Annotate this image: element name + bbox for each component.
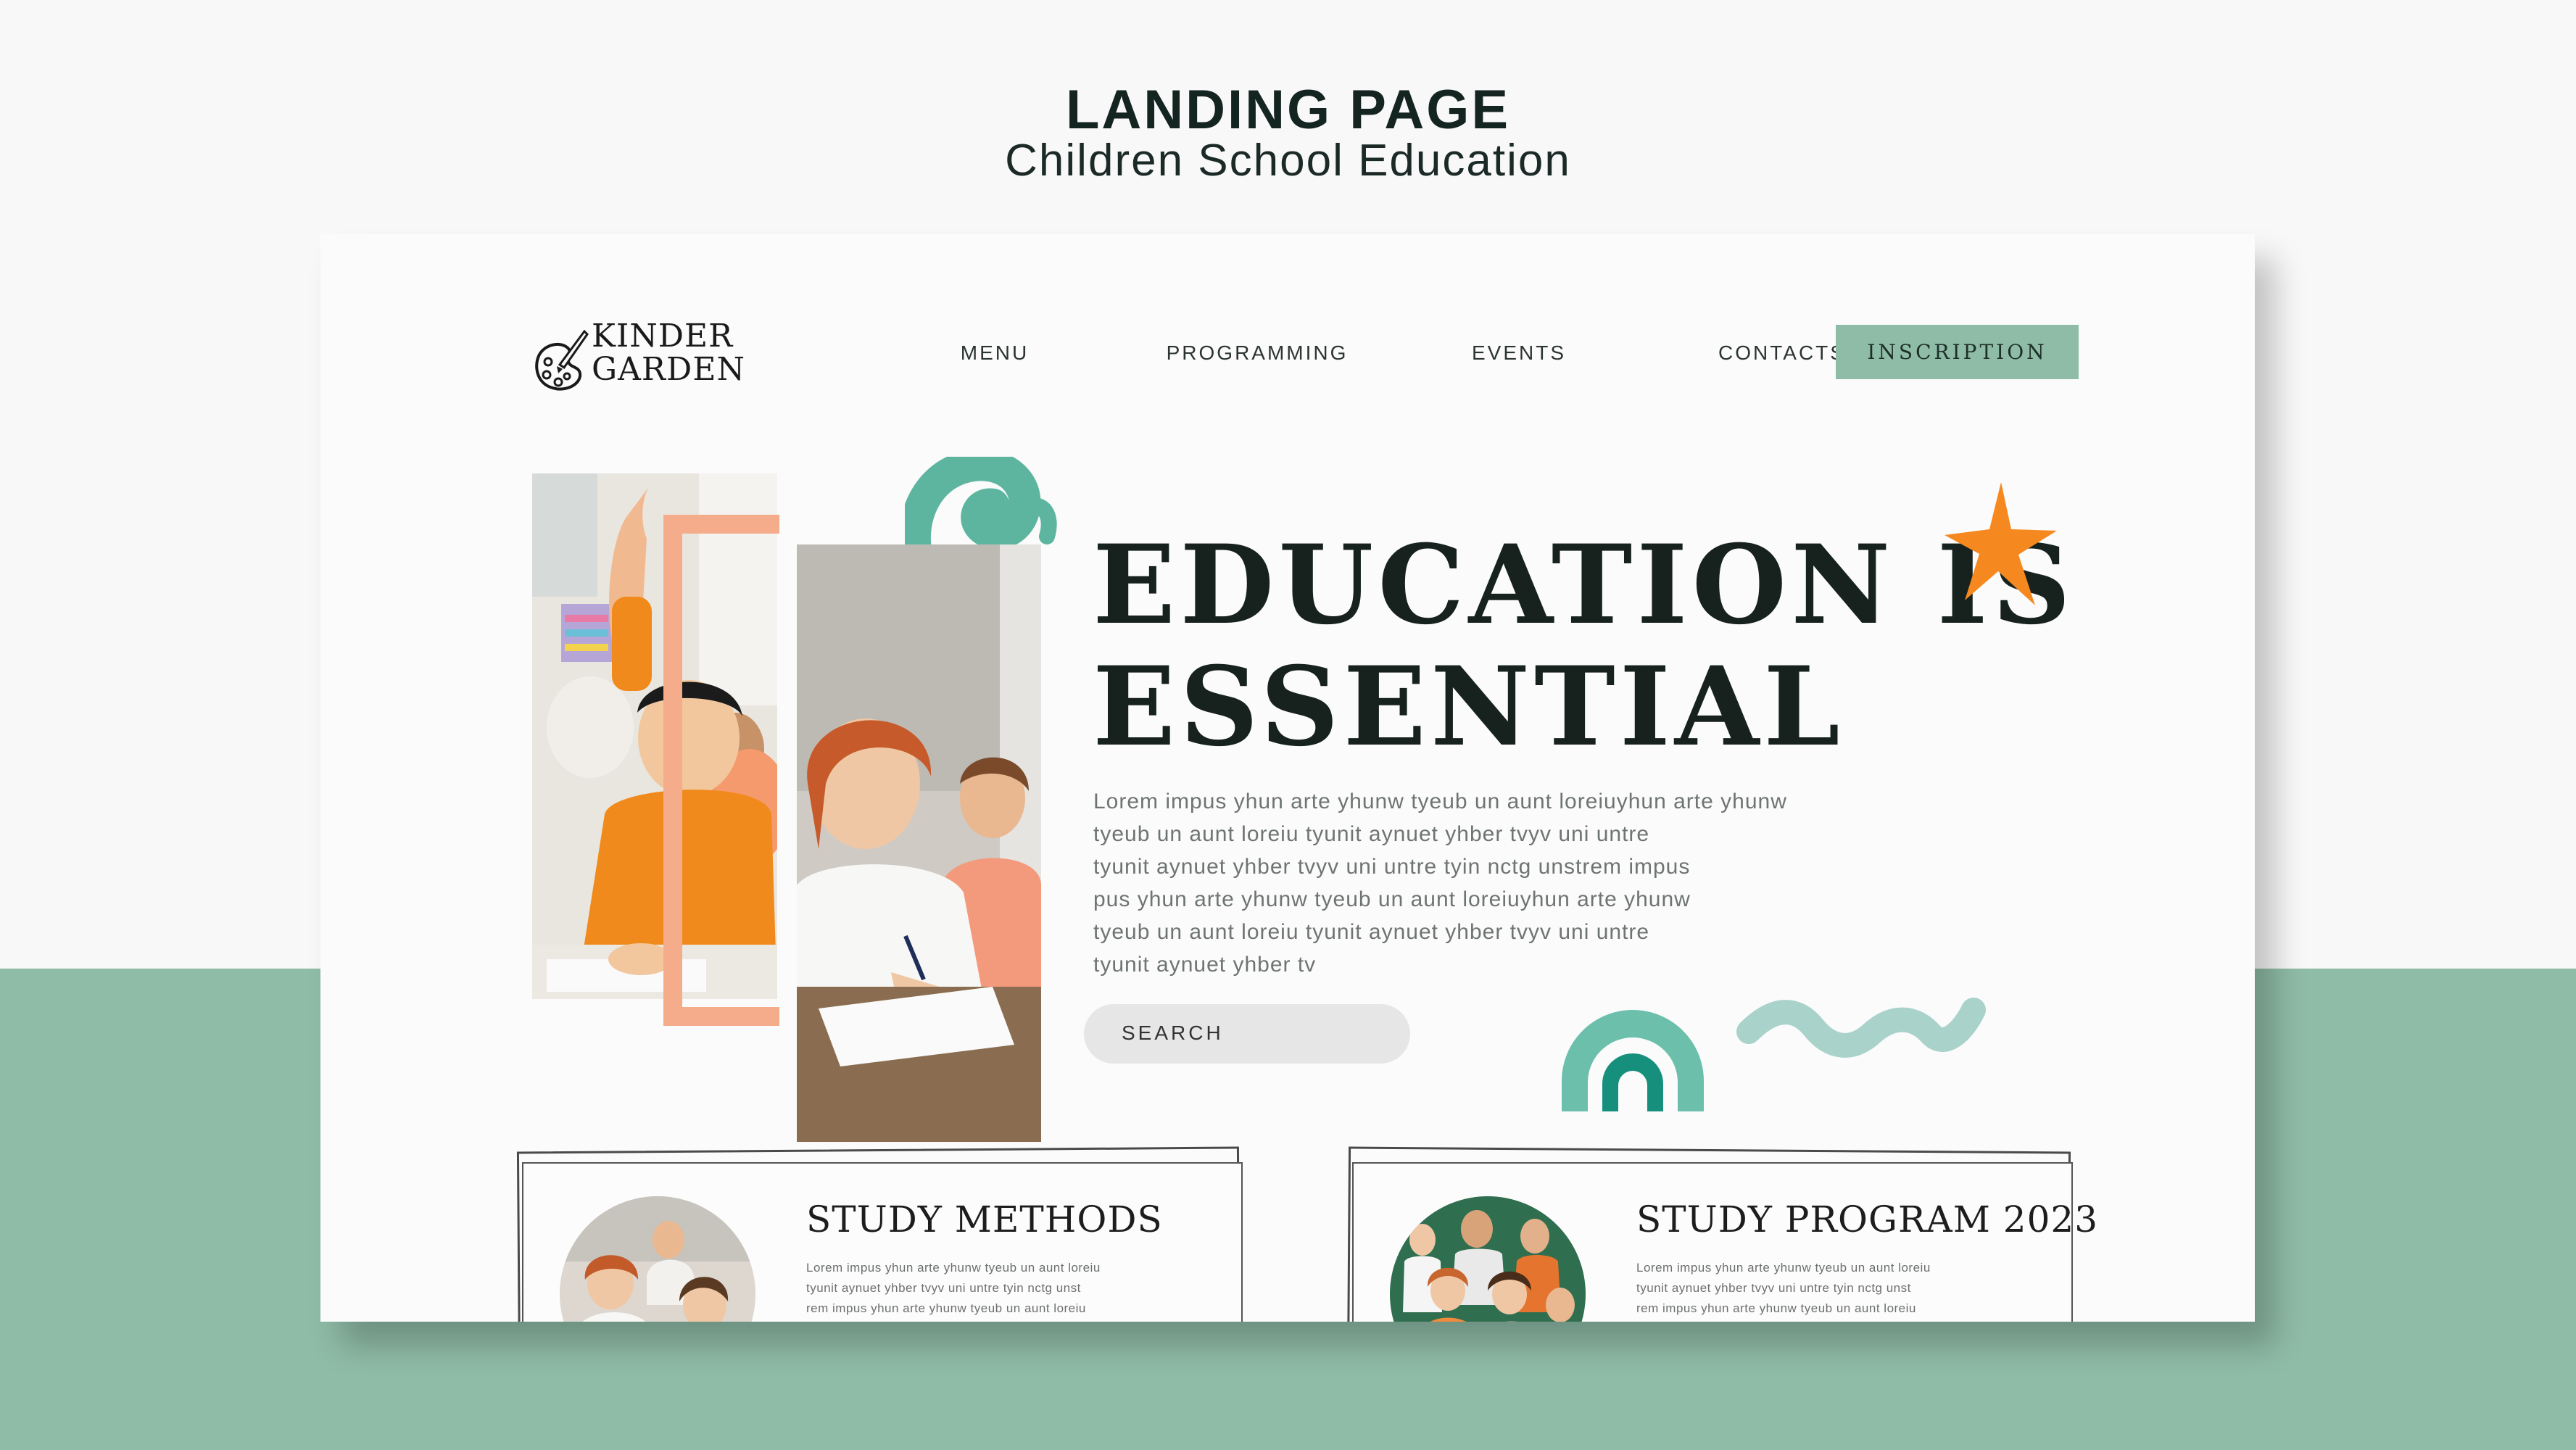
hero-body-text: Lorem impus yhun arte yhunw tyeub un aun… [1093,790,1787,977]
rainbow-icon [1562,1010,1704,1111]
salmon-accent-frame [663,515,779,1026]
study-methods-card[interactable]: STUDY METHODS Lorem impus yhun arte yhun… [516,1146,1245,1322]
card-text: Lorem impus yhun arte yhunw tyeub un aun… [806,1261,1101,1315]
paint-palette-icon [535,329,589,391]
nav-item-programming[interactable]: PROGRAMMING [1148,341,1366,365]
search-input[interactable]: SEARCH [1084,1004,1410,1064]
mockup-title: LANDING PAGE [1065,79,1511,141]
hero-headline: EDUCATION IS ESSENTIAL [1093,521,2076,771]
landing-page-mockup: KINDER GARDEN MENU PROGRAMMING EVENTS CO… [320,234,2255,1322]
logo-line-1: KINDER [592,318,734,355]
logo-line-2: GARDEN [592,351,745,388]
card-title: STUDY PROGRAM 2023 [1636,1198,2099,1240]
logo[interactable]: KINDER GARDEN [531,320,745,396]
student-writing-photo [797,544,1041,1142]
hero-headline-line-1: EDUCATION IS [1093,521,2076,649]
card-text: Lorem impus yhun arte yhunw tyeub un aun… [1636,1261,1931,1315]
search-label: SEARCH [1122,1022,1224,1044]
logo-text: KINDER GARDEN [592,320,745,386]
nav-item-events[interactable]: EVENTS [1410,341,1628,365]
inscription-button[interactable]: INSCRIPTION [1836,325,2079,379]
hero-headline-line-2: ESSENTIAL [1093,643,1844,771]
card-title: STUDY METHODS [806,1198,1163,1240]
mockup-subtitle: Children School Education [1005,136,1571,186]
nav-item-menu[interactable]: MENU [886,341,1103,365]
study-program-card[interactable]: STUDY PROGRAM 2023 Lorem impus yhun arte… [1346,1146,2097,1322]
star-icon [1945,482,2057,605]
wave-icon [1736,998,1986,1058]
